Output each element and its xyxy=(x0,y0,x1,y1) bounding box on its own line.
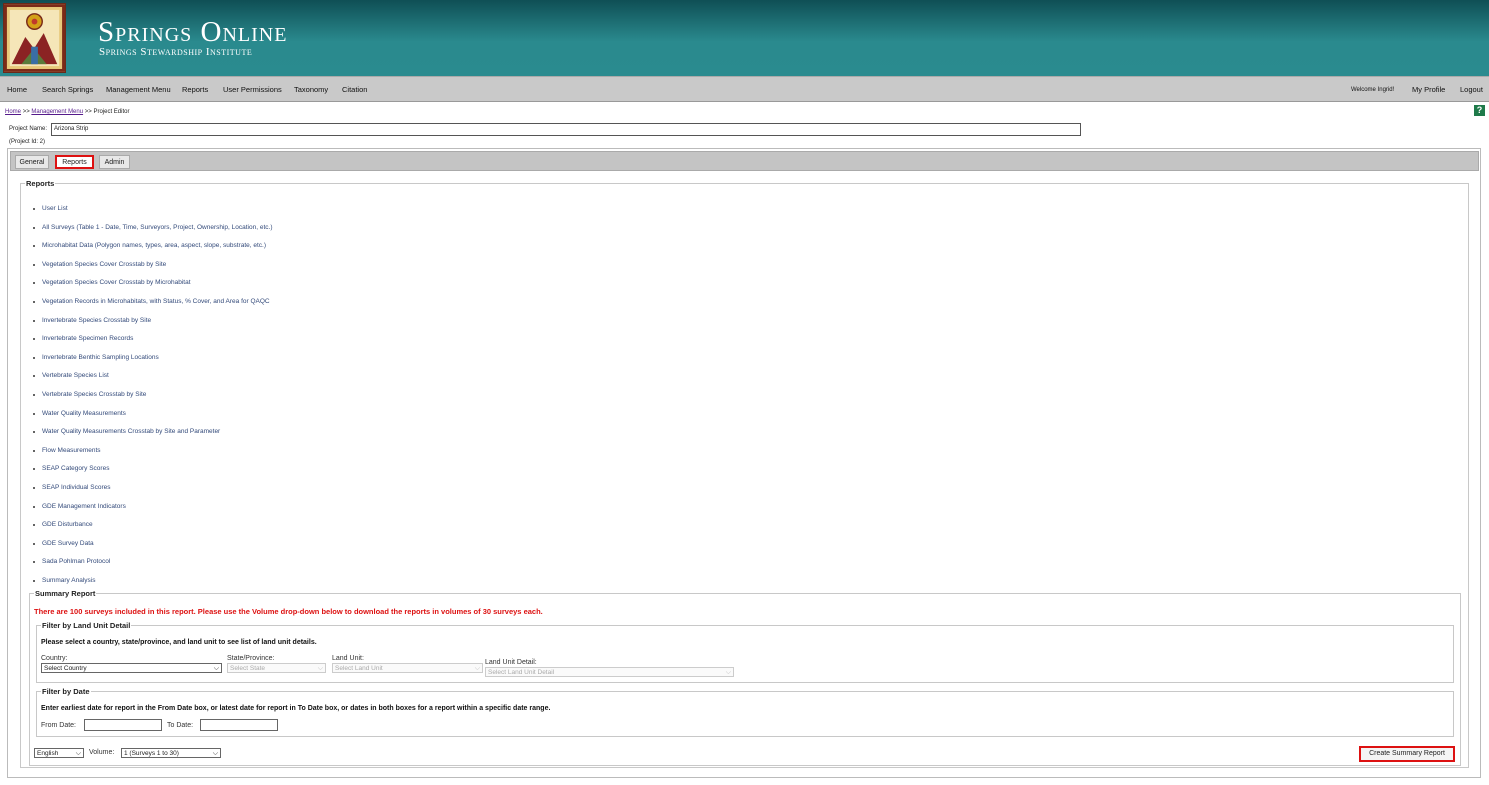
report-link[interactable]: Vertebrate Species List xyxy=(21,371,1468,390)
volume-select[interactable]: 1 (Surveys 1 to 30) ⌵ xyxy=(121,748,221,758)
land-unit-filter-fieldset: Filter by Land Unit Detail xyxy=(36,621,1454,683)
help-icon[interactable]: ? xyxy=(1474,105,1485,116)
nav-reports[interactable]: Reports xyxy=(182,85,208,94)
land-unit-filter-legend: Filter by Land Unit Detail xyxy=(42,621,131,630)
project-name-input[interactable]: Arizona Strip xyxy=(51,123,1081,136)
state-label: State/Province: xyxy=(227,655,275,662)
chevron-down-icon: ⌵ xyxy=(213,665,219,672)
breadcrumb-home[interactable]: Home xyxy=(5,109,21,115)
language-select-value: English xyxy=(37,750,59,757)
nav-logout[interactable]: Logout xyxy=(1460,85,1483,94)
reports-legend: Reports xyxy=(26,179,55,188)
report-link[interactable]: GDE Survey Data xyxy=(21,539,1468,558)
country-label: Country: xyxy=(41,655,68,662)
main-nav: Home Search Springs Management Menu Repo… xyxy=(0,76,1489,102)
report-link[interactable]: Water Quality Measurements xyxy=(21,409,1468,428)
report-link[interactable]: Water Quality Measurements Crosstab by S… xyxy=(21,427,1468,446)
land-unit-detail-label: Land Unit Detail: xyxy=(485,659,537,666)
volume-label: Volume: xyxy=(89,749,115,756)
report-list: User List All Surveys (Table 1 - Date, Ti… xyxy=(21,204,1468,594)
nav-management-menu[interactable]: Management Menu xyxy=(106,85,171,94)
land-unit-select[interactable]: Select Land Unit ⌵ xyxy=(332,663,483,673)
nav-my-profile[interactable]: My Profile xyxy=(1412,85,1445,94)
report-link[interactable]: User List xyxy=(21,204,1468,223)
report-link[interactable]: Vertebrate Species Crosstab by Site xyxy=(21,390,1468,409)
report-link[interactable]: All Surveys (Table 1 - Date, Time, Surve… xyxy=(21,223,1468,242)
site-subtitle: Springs Stewardship Institute xyxy=(99,46,253,58)
report-link[interactable]: SEAP Individual Scores xyxy=(21,483,1468,502)
summary-report-legend: Summary Report xyxy=(35,589,96,598)
report-link[interactable]: Invertebrate Specimen Records xyxy=(21,334,1468,353)
breadcrumb-separator: >> xyxy=(84,109,92,115)
report-link[interactable]: Invertebrate Species Crosstab by Site xyxy=(21,316,1468,335)
to-date-input[interactable] xyxy=(200,719,278,731)
volume-select-value: 1 (Surveys 1 to 30) xyxy=(124,750,179,757)
from-date-label: From Date: xyxy=(41,722,77,729)
chevron-down-icon: ⌵ xyxy=(725,669,731,676)
report-link[interactable]: Microhabitat Data (Polygon names, types,… xyxy=(21,241,1468,260)
survey-volume-warning: There are 100 surveys included in this r… xyxy=(34,607,543,616)
language-select[interactable]: English ⌵ xyxy=(34,748,84,758)
land-unit-detail-select-value: Select Land Unit Detail xyxy=(488,669,555,676)
report-link[interactable]: SEAP Category Scores xyxy=(21,464,1468,483)
report-link[interactable]: Vegetation Records in Microhabitats, wit… xyxy=(21,297,1468,316)
breadcrumb: Home >> Management Menu >> Project Edito… xyxy=(5,109,129,115)
report-link[interactable]: Sada Pohlman Protocol xyxy=(21,557,1468,576)
state-select[interactable]: Select State ⌵ xyxy=(227,663,326,673)
from-date-input[interactable] xyxy=(84,719,162,731)
report-link[interactable]: Invertebrate Benthic Sampling Locations xyxy=(21,353,1468,372)
chevron-down-icon: ⌵ xyxy=(474,665,480,672)
land-unit-label: Land Unit: xyxy=(332,655,364,662)
nav-citation[interactable]: Citation xyxy=(342,85,367,94)
site-title: Springs Online xyxy=(98,16,288,48)
tab-admin[interactable]: Admin xyxy=(99,155,130,169)
tab-bar xyxy=(10,151,1479,171)
nav-taxonomy[interactable]: Taxonomy xyxy=(294,85,328,94)
breadcrumb-management-menu[interactable]: Management Menu xyxy=(31,109,83,115)
project-id-text: (Project Id: 2) xyxy=(9,139,46,145)
chevron-down-icon: ⌵ xyxy=(317,665,323,672)
springs-stewardship-logo[interactable] xyxy=(3,3,66,73)
to-date-label: To Date: xyxy=(167,722,194,729)
project-name-label: Project Name: xyxy=(9,126,48,132)
create-summary-report-button[interactable]: Create Summary Report xyxy=(1359,746,1455,762)
date-instructions: Enter earliest date for report in the Fr… xyxy=(41,705,551,712)
country-select-value: Select Country xyxy=(44,665,87,672)
report-link[interactable]: Vegetation Species Cover Crosstab by Sit… xyxy=(21,260,1468,279)
land-unit-instructions: Please select a country, state/province,… xyxy=(41,639,317,646)
breadcrumb-separator: >> xyxy=(22,109,30,115)
land-unit-select-value: Select Land Unit xyxy=(335,665,383,672)
nav-search-springs[interactable]: Search Springs xyxy=(42,85,93,94)
date-filter-legend: Filter by Date xyxy=(42,687,90,696)
chevron-down-icon: ⌵ xyxy=(75,750,81,757)
tab-general[interactable]: General xyxy=(15,155,49,169)
land-unit-detail-select[interactable]: Select Land Unit Detail ⌵ xyxy=(485,667,734,677)
report-link[interactable]: Flow Measurements xyxy=(21,446,1468,465)
breadcrumb-current: Project Editor xyxy=(93,109,130,115)
state-select-value: Select State xyxy=(230,665,266,672)
tab-reports[interactable]: Reports xyxy=(55,155,94,169)
chevron-down-icon: ⌵ xyxy=(212,750,218,757)
site-banner: Springs Online Springs Stewardship Insti… xyxy=(0,0,1489,76)
report-link[interactable]: GDE Disturbance xyxy=(21,520,1468,539)
country-select[interactable]: Select Country ⌵ xyxy=(41,663,222,673)
report-link[interactable]: GDE Management Indicators xyxy=(21,502,1468,521)
welcome-text: Welcome Ingrid! xyxy=(1351,87,1395,93)
report-link[interactable]: Vegetation Species Cover Crosstab by Mic… xyxy=(21,278,1468,297)
nav-user-permissions[interactable]: User Permissions xyxy=(223,85,282,94)
nav-home[interactable]: Home xyxy=(7,85,27,94)
